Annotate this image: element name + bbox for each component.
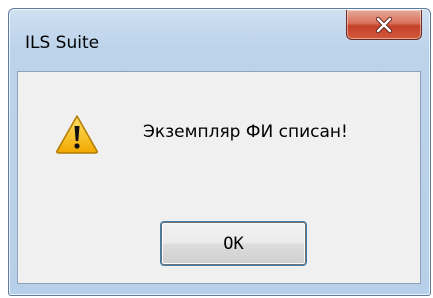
close-button[interactable]	[346, 10, 422, 40]
dialog-message: Экземпляр ФИ списан!	[143, 122, 348, 142]
window-title: ILS Suite	[25, 33, 100, 53]
dialog-body: Экземпляр ФИ списан! OK	[17, 71, 421, 284]
close-icon	[375, 16, 393, 33]
title-bar[interactable]: ILS Suite	[9, 9, 430, 71]
dialog-window: ILS Suite Экземпляр ФИ списан! OK	[8, 8, 431, 296]
warning-icon	[56, 115, 98, 154]
ok-button[interactable]: OK	[161, 222, 306, 265]
